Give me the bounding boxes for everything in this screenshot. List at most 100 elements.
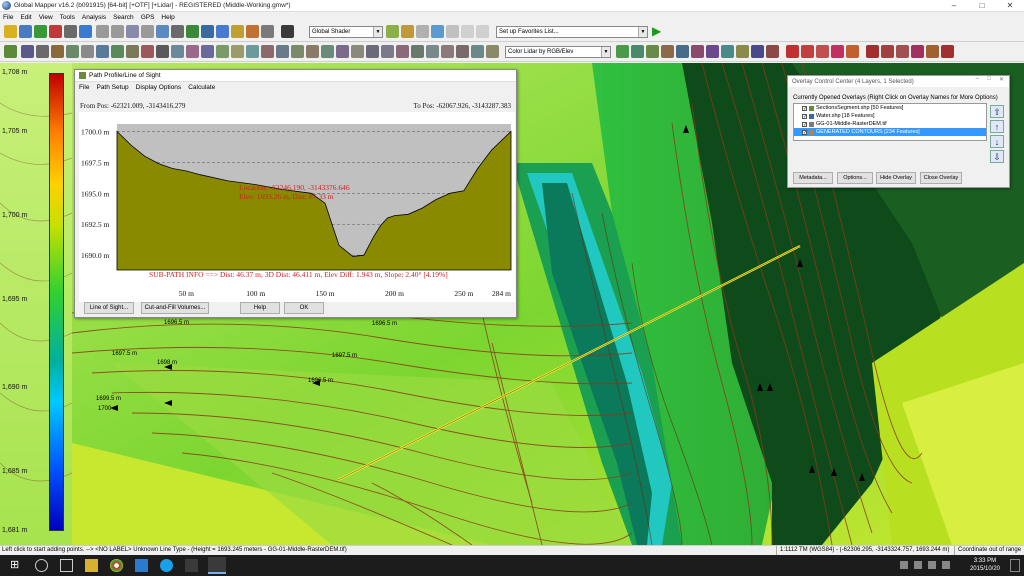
text-icon[interactable] xyxy=(186,45,199,58)
vertex-icon[interactable] xyxy=(36,45,49,58)
lidar-filter-1-icon[interactable] xyxy=(616,45,629,58)
full-view-icon[interactable] xyxy=(141,25,154,38)
building-icon[interactable] xyxy=(486,45,499,58)
measure-icon[interactable] xyxy=(171,25,184,38)
move-down-icon[interactable]: ↓ xyxy=(990,135,1004,148)
metadata-button[interactable]: Metadata... xyxy=(793,172,833,184)
hillshade-icon[interactable] xyxy=(446,25,459,38)
lidar-filter-11-icon[interactable] xyxy=(766,45,779,58)
lidar-filter-3-icon[interactable] xyxy=(646,45,659,58)
help-button[interactable]: Help xyxy=(240,302,280,314)
search-icon[interactable] xyxy=(216,25,229,38)
battery-icon[interactable] xyxy=(928,561,936,569)
lidar-filter-5-icon[interactable] xyxy=(676,45,689,58)
path-icon[interactable] xyxy=(281,25,294,38)
layer-icon[interactable] xyxy=(186,25,199,38)
terrain-icon[interactable] xyxy=(396,45,409,58)
select-icon[interactable] xyxy=(21,45,34,58)
shader-options-icon[interactable] xyxy=(386,25,399,38)
search-icon[interactable] xyxy=(35,559,48,572)
global-mapper-taskbar-icon[interactable] xyxy=(208,557,226,574)
contour-icon[interactable] xyxy=(366,45,379,58)
merge-icon[interactable] xyxy=(276,45,289,58)
ok-button[interactable]: OK xyxy=(284,302,324,314)
data-icon[interactable] xyxy=(49,25,62,38)
menu-analysis[interactable]: Analysis xyxy=(82,14,106,21)
circle-icon[interactable] xyxy=(141,45,154,58)
lidar-filter-6-icon[interactable] xyxy=(691,45,704,58)
lidar-tool-10-icon[interactable] xyxy=(926,45,939,58)
view-shed-icon[interactable] xyxy=(306,45,319,58)
pp-menu-display-options[interactable]: Display Options xyxy=(136,84,182,91)
shader-select[interactable]: Global Shader ▼ xyxy=(309,26,383,38)
pp-menu-file[interactable]: File xyxy=(79,84,89,91)
menu-view[interactable]: View xyxy=(39,14,53,21)
feature-info-icon[interactable] xyxy=(231,45,244,58)
overlay-checkbox[interactable]: ✓ xyxy=(802,113,807,119)
lidar-icon[interactable] xyxy=(411,45,424,58)
lidar-filter-2-icon[interactable] xyxy=(631,45,644,58)
lidar-filter-8-icon[interactable] xyxy=(721,45,734,58)
menu-tools[interactable]: Tools xyxy=(60,14,75,21)
classify-icon[interactable] xyxy=(426,45,439,58)
overlay-list[interactable]: ✓ SectionsSegment.shp [50 Features] ✓ Wate… xyxy=(793,103,987,141)
range-ring-icon[interactable] xyxy=(201,45,214,58)
edit-icon[interactable] xyxy=(51,45,64,58)
maximize-button[interactable]: □ xyxy=(968,0,996,12)
hide-overlay-button[interactable]: Hide Overlay xyxy=(876,172,916,184)
profile-icon[interactable] xyxy=(336,45,349,58)
profile-plot[interactable]: 1700.0 m 1697.5 m 1695.0 m 1692.5 m 1690.0 m… xyxy=(79,112,515,302)
lidar-tool-6-icon[interactable] xyxy=(866,45,879,58)
menu-search[interactable]: Search xyxy=(113,14,134,21)
print-icon[interactable] xyxy=(64,25,77,38)
camera-icon[interactable] xyxy=(261,25,274,38)
task-view-icon[interactable] xyxy=(60,559,73,572)
ground-icon[interactable] xyxy=(471,45,484,58)
favorites-select[interactable]: Set up Favorites List... ▼ xyxy=(496,26,648,38)
overlay-row-selected[interactable]: ✓ GENERATED CONTOURS [234 Features] xyxy=(794,128,986,136)
options-button[interactable]: Options... xyxy=(837,172,873,184)
network-icon[interactable] xyxy=(900,561,908,569)
app-icon[interactable] xyxy=(135,559,148,572)
lidar-tool-1-icon[interactable] xyxy=(786,45,799,58)
cut-and-fill-button[interactable]: Cut-and-Fill Volumes... xyxy=(141,302,209,314)
lidar-tool-4-icon[interactable] xyxy=(831,45,844,58)
globe-icon[interactable] xyxy=(34,25,47,38)
overlay-control-titlebar[interactable]: Overlay Control Center (4 Layers, 1 Sele… xyxy=(788,76,1009,87)
overlay-row[interactable]: ✓ SectionsSegment.shp [50 Features] xyxy=(794,104,986,112)
lidar-tool-7-icon[interactable] xyxy=(881,45,894,58)
crop-icon[interactable] xyxy=(291,45,304,58)
open-folder-icon[interactable] xyxy=(4,25,17,38)
pp-menu-calculate[interactable]: Calculate xyxy=(188,84,215,91)
save-icon[interactable] xyxy=(19,25,32,38)
notes-icon[interactable] xyxy=(185,559,198,572)
overlay-checkbox[interactable]: ✓ xyxy=(802,129,807,135)
lidar-tool-9-icon[interactable] xyxy=(911,45,924,58)
rotate-icon[interactable] xyxy=(231,25,244,38)
line-icon[interactable] xyxy=(111,45,124,58)
move-bottom-icon[interactable]: ⇩ xyxy=(990,150,1004,163)
lidar-tool-2-icon[interactable] xyxy=(801,45,814,58)
lidar-filter-10-icon[interactable] xyxy=(751,45,764,58)
pp-menu-path-setup[interactable]: Path Setup xyxy=(96,84,128,91)
minimize-button[interactable]: – xyxy=(976,76,979,82)
overlay-checkbox[interactable]: ✓ xyxy=(802,105,807,111)
water-icon[interactable] xyxy=(431,25,444,38)
line-of-sight-button[interactable]: Line of Sight... xyxy=(84,302,134,314)
language-icon[interactable] xyxy=(942,561,950,569)
zoom-in-icon[interactable] xyxy=(96,25,109,38)
overlay-row[interactable]: ✓ GG-01-Middle-RasterDEM.tif xyxy=(794,120,986,128)
pan-icon[interactable] xyxy=(126,25,139,38)
contrast-icon[interactable] xyxy=(416,25,429,38)
lighting-icon[interactable] xyxy=(401,25,414,38)
refresh-icon[interactable] xyxy=(156,25,169,38)
delete-icon[interactable] xyxy=(261,45,274,58)
menu-gps[interactable]: GPS xyxy=(141,14,155,21)
filter-icon[interactable] xyxy=(441,45,454,58)
lidar-tool-3-icon[interactable] xyxy=(816,45,829,58)
snap-icon[interactable] xyxy=(246,45,259,58)
area-icon[interactable] xyxy=(126,45,139,58)
rectangle-icon[interactable] xyxy=(156,45,169,58)
point-icon[interactable] xyxy=(96,45,109,58)
move-top-icon[interactable]: ⇧ xyxy=(990,105,1004,118)
